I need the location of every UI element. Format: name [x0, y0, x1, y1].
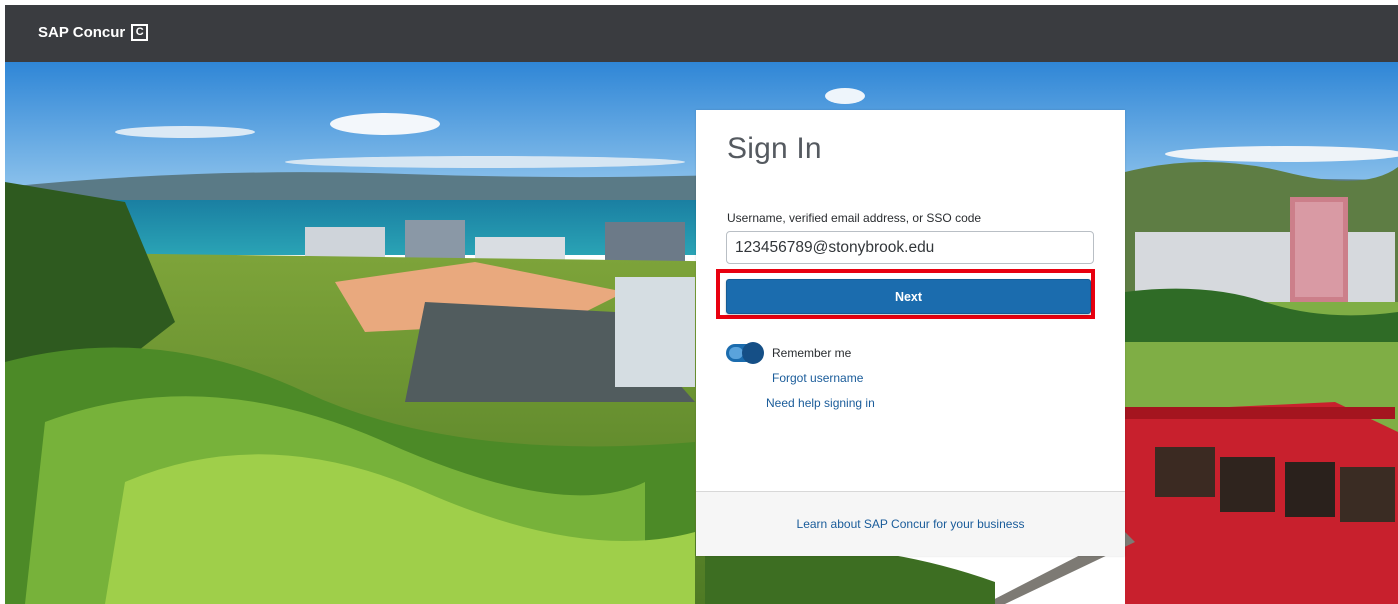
username-label: Username, verified email address, or SSO…	[727, 211, 982, 225]
toggle-knob	[742, 342, 764, 364]
page-title: Sign In	[727, 132, 822, 165]
remember-me-label: Remember me	[772, 346, 852, 360]
brand-logo[interactable]: SAP Concur C	[38, 24, 149, 41]
brand-text: SAP Concur	[38, 24, 126, 41]
username-input[interactable]	[726, 231, 1094, 264]
need-help-signing-in-link[interactable]: Need help signing in	[766, 396, 875, 410]
concur-c-logo-icon: C	[131, 24, 149, 41]
learn-about-sap-concur-link[interactable]: Learn about SAP Concur for your business	[696, 517, 1125, 531]
sign-in-card: Sign In Username, verified email address…	[696, 110, 1125, 556]
top-header-bar: SAP Concur C	[5, 5, 1398, 62]
forgot-username-link[interactable]: Forgot username	[772, 371, 863, 385]
remember-me-toggle[interactable]	[726, 342, 764, 364]
login-page: SAP Concur C Sign In Username, verified …	[0, 0, 1398, 604]
next-button[interactable]: Next	[726, 279, 1091, 314]
card-footer: Learn about SAP Concur for your business	[696, 491, 1125, 556]
toggle-track	[729, 347, 743, 359]
